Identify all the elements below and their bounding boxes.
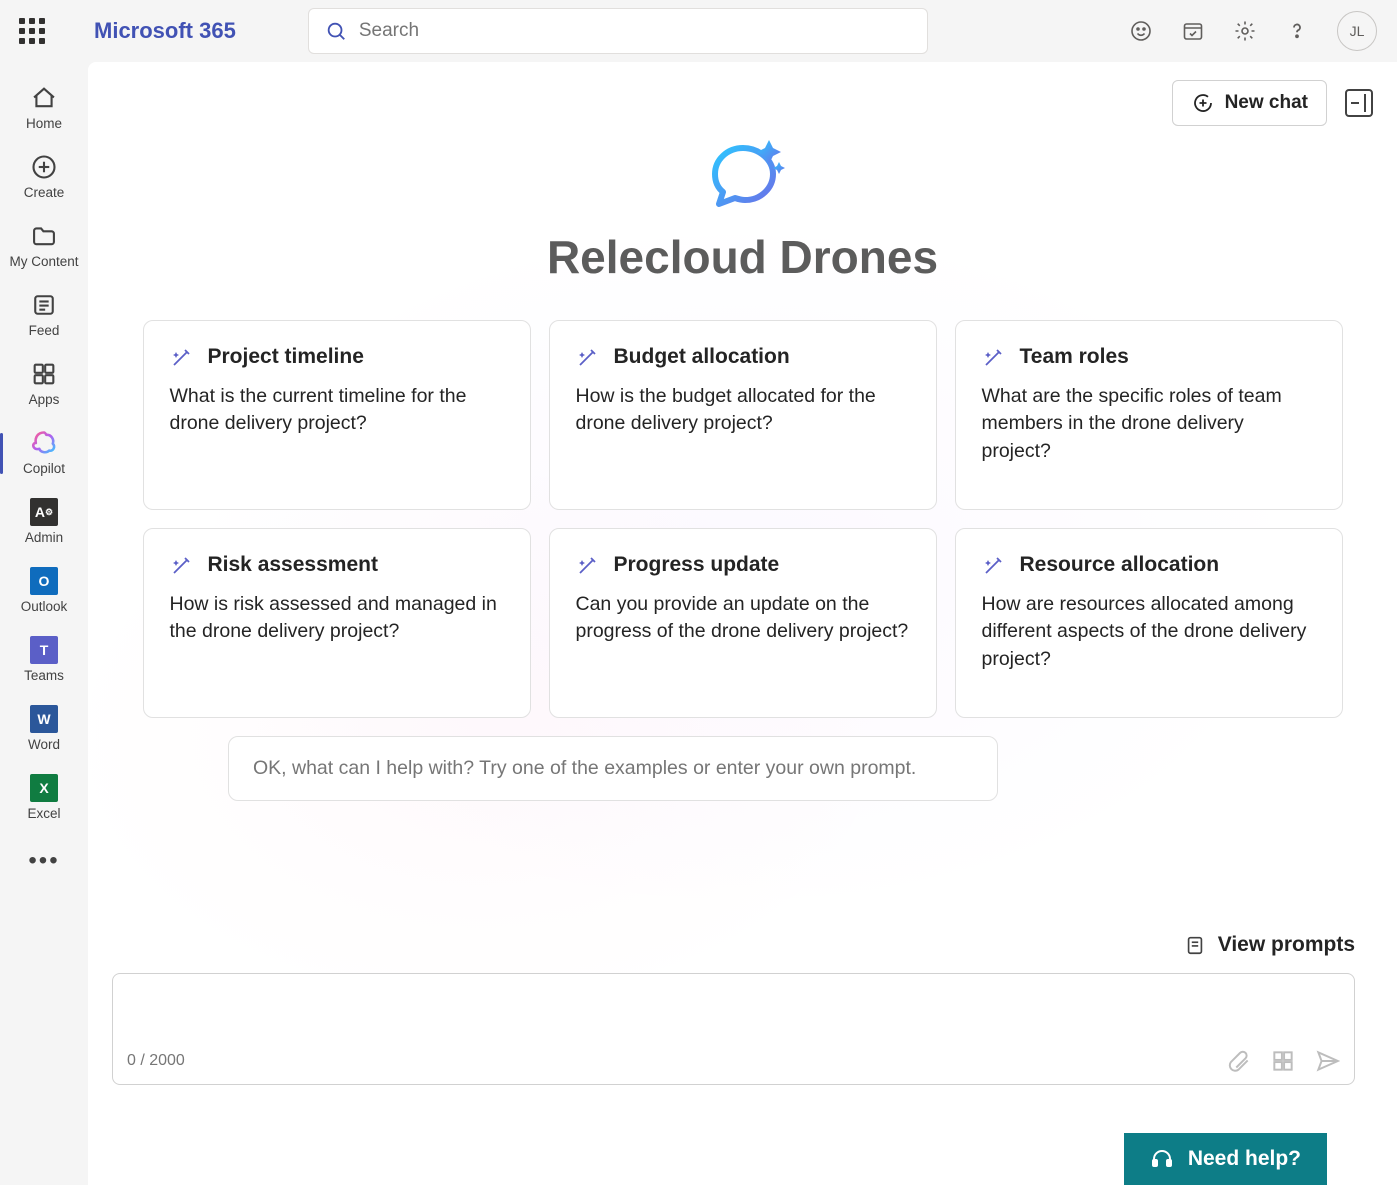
rail-overflow[interactable]: ••• — [20, 839, 67, 883]
attach-icon[interactable] — [1226, 1048, 1252, 1074]
wand-icon — [982, 345, 1006, 369]
prompt-card[interactable]: Budget allocation How is the budget allo… — [549, 320, 937, 510]
outlook-icon: O — [30, 567, 58, 595]
wand-icon — [170, 345, 194, 369]
card-body: What is the current timeline for the dro… — [170, 383, 504, 438]
avatar-initials: JL — [1350, 23, 1365, 39]
card-title: Risk assessment — [208, 553, 378, 577]
card-body: Can you provide an update on the progres… — [576, 591, 910, 646]
card-body: What are the specific roles of team memb… — [982, 383, 1316, 465]
plus-circle-icon — [30, 153, 58, 181]
rail-item-excel[interactable]: X Excel — [0, 766, 88, 831]
rail-label: Word — [28, 737, 60, 752]
send-icon[interactable] — [1314, 1048, 1340, 1074]
page-title: Relecloud Drones — [88, 230, 1397, 284]
rail-label: Teams — [24, 668, 64, 683]
prompt-card[interactable]: Progress update Can you provide an updat… — [549, 528, 937, 718]
excel-icon: X — [30, 774, 58, 802]
feed-icon — [30, 291, 58, 319]
card-title: Progress update — [614, 553, 780, 577]
wand-icon — [576, 553, 600, 577]
header: Microsoft 365 JL — [0, 0, 1397, 62]
prompt-cards: Project timeline What is the current tim… — [143, 320, 1343, 718]
home-icon — [30, 84, 58, 112]
view-prompts-label: View prompts — [1218, 933, 1355, 957]
composer-footer: 0 / 2000 — [127, 1048, 1340, 1074]
prompt-card[interactable]: Risk assessment How is risk assessed and… — [143, 528, 531, 718]
rail-label: My Content — [9, 254, 78, 269]
composer[interactable]: 0 / 2000 — [112, 973, 1355, 1085]
hero: Relecloud Drones — [88, 62, 1397, 284]
search-box[interactable] — [308, 8, 928, 54]
wand-icon — [170, 553, 194, 577]
search-icon — [325, 20, 347, 42]
rail-item-my-content[interactable]: My Content — [0, 214, 88, 279]
rail-item-admin[interactable]: A⚙ Admin — [0, 490, 88, 555]
rail-item-feed[interactable]: Feed — [0, 283, 88, 348]
card-title: Budget allocation — [614, 345, 790, 369]
rail-item-apps[interactable]: Apps — [0, 352, 88, 417]
rail-item-teams[interactable]: T Teams — [0, 628, 88, 693]
rail-label: Admin — [25, 530, 63, 545]
left-rail: Home Create My Content Feed Apps — [0, 62, 88, 1185]
char-counter: 0 / 2000 — [127, 1052, 185, 1070]
prompts-icon — [1184, 934, 1206, 956]
card-title: Resource allocation — [1020, 553, 1220, 577]
copilot-hero-icon — [693, 122, 793, 222]
need-help-button[interactable]: Need help? — [1124, 1133, 1327, 1185]
word-icon: W — [30, 705, 58, 733]
rail-label: Create — [24, 185, 65, 200]
card-title: Project timeline — [208, 345, 364, 369]
wand-icon — [576, 345, 600, 369]
rail-label: Excel — [27, 806, 60, 821]
search-input[interactable] — [359, 20, 911, 42]
card-body: How are resources allocated among differ… — [982, 591, 1316, 673]
teams-icon: T — [30, 636, 58, 664]
need-help-label: Need help? — [1188, 1147, 1301, 1171]
apps-icon — [30, 360, 58, 388]
card-title: Team roles — [1020, 345, 1129, 369]
copilot-icon — [30, 429, 58, 457]
rail-label: Copilot — [23, 461, 65, 476]
rail-item-create[interactable]: Create — [0, 145, 88, 210]
card-body: How is the budget allocated for the dron… — [576, 383, 910, 438]
grid-icon[interactable] — [1270, 1048, 1296, 1074]
avatar[interactable]: JL — [1337, 11, 1377, 51]
rail-label: Home — [26, 116, 62, 131]
app-launcher[interactable] — [12, 11, 52, 51]
headset-icon — [1150, 1147, 1174, 1171]
rail-label: Apps — [29, 392, 60, 407]
brand-label[interactable]: Microsoft 365 — [94, 18, 236, 44]
help-icon[interactable] — [1285, 19, 1309, 43]
rail-label: Feed — [29, 323, 60, 338]
calendar-check-icon[interactable] — [1181, 19, 1205, 43]
view-prompts-button[interactable]: View prompts — [1184, 933, 1355, 957]
rail-label: Outlook — [21, 599, 68, 614]
waffle-icon — [19, 18, 45, 44]
folder-icon — [30, 222, 58, 250]
example-hint: OK, what can I help with? Try one of the… — [228, 736, 998, 801]
prompt-card[interactable]: Team roles What are the specific roles o… — [955, 320, 1343, 510]
admin-icon: A⚙ — [30, 498, 58, 526]
prompt-card[interactable]: Project timeline What is the current tim… — [143, 320, 531, 510]
header-actions: JL — [1129, 11, 1377, 51]
rail-item-copilot[interactable]: Copilot — [0, 421, 88, 486]
rail-item-home[interactable]: Home — [0, 76, 88, 141]
rail-item-word[interactable]: W Word — [0, 697, 88, 762]
emoji-icon[interactable] — [1129, 19, 1153, 43]
wand-icon — [982, 553, 1006, 577]
gear-icon[interactable] — [1233, 19, 1257, 43]
card-body: How is risk assessed and managed in the … — [170, 591, 504, 646]
rail-item-outlook[interactable]: O Outlook — [0, 559, 88, 624]
prompt-card[interactable]: Resource allocation How are resources al… — [955, 528, 1343, 718]
main-content: New chat Relecloud Drones — [88, 62, 1397, 1185]
